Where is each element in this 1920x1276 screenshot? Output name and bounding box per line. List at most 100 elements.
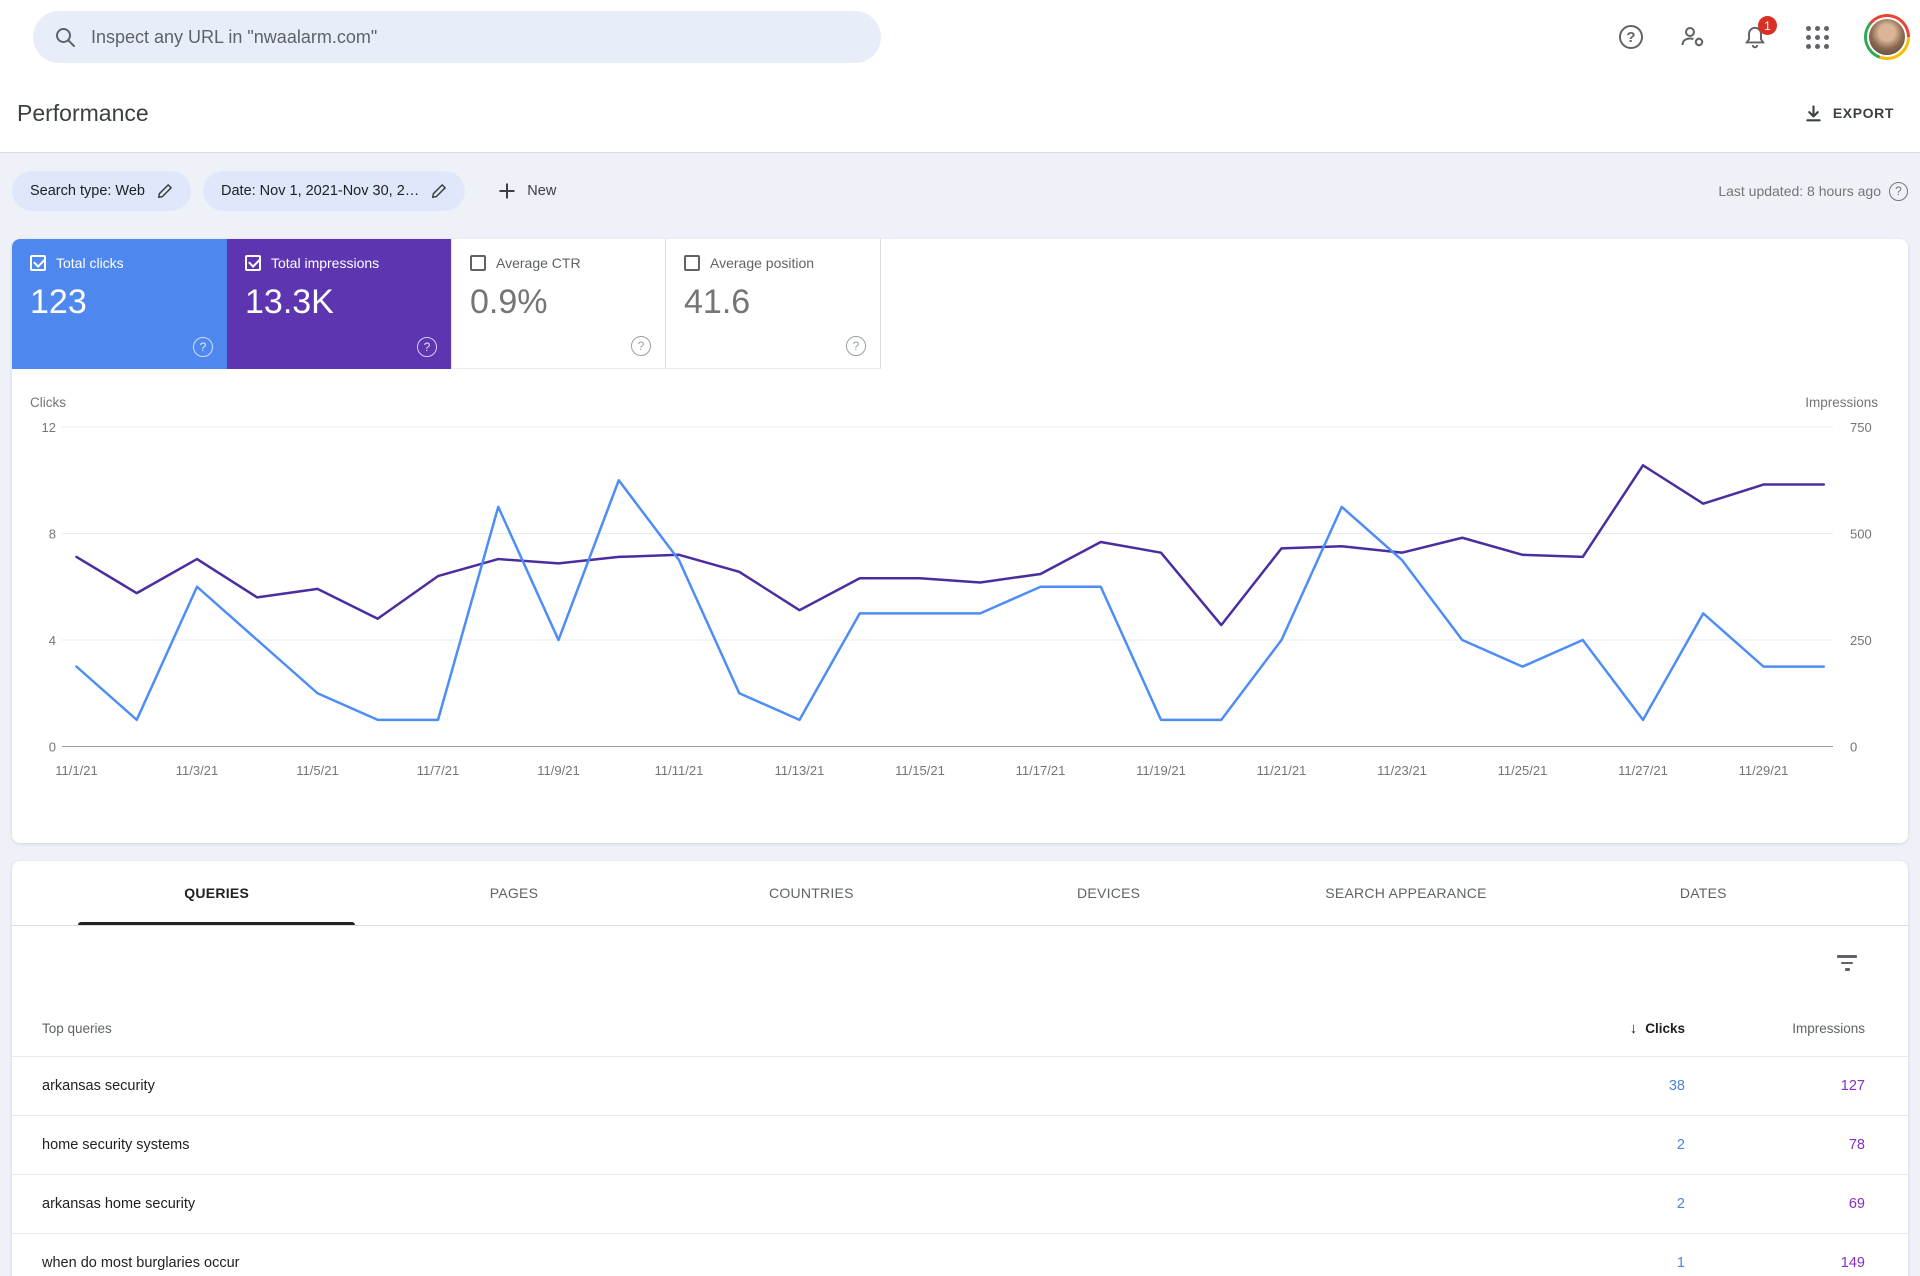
- svg-text:8: 8: [49, 527, 56, 542]
- clicks-cell: 2: [1676, 1196, 1685, 1212]
- metric-checkbox[interactable]: [684, 255, 700, 271]
- user-settings-icon: [1681, 27, 1704, 47]
- column-header-impressions[interactable]: Impressions: [1685, 1021, 1865, 1036]
- filter-list-icon[interactable]: [1831, 949, 1863, 977]
- metric-card[interactable]: Total clicks 123 ?: [12, 239, 227, 369]
- metric-value: 13.3K: [245, 283, 334, 321]
- last-updated: Last updated: 8 hours ago ?: [1718, 181, 1908, 201]
- svg-text:4: 4: [49, 633, 56, 648]
- query-cell: home security systems: [42, 1137, 190, 1153]
- metric-checkbox[interactable]: [470, 255, 486, 271]
- user-settings-button[interactable]: [1678, 22, 1708, 52]
- performance-chart[interactable]: 12 8 4 0 750 500 250 0 Clicks Impressions 11/1/21 1…: [12, 391, 1908, 831]
- metric-label: Total clicks: [56, 255, 124, 271]
- tab-devices[interactable]: DEVICES: [960, 861, 1257, 925]
- help-icon[interactable]: ?: [631, 336, 651, 356]
- column-header-queries[interactable]: Top queries: [42, 1021, 1535, 1036]
- impressions-cell: 127: [1840, 1078, 1865, 1094]
- table-header: Top queries ↓ Clicks Impressions: [12, 1000, 1908, 1057]
- svg-text:0: 0: [49, 740, 56, 755]
- tab-dates[interactable]: DATES: [1555, 861, 1852, 925]
- svg-text:250: 250: [1850, 633, 1872, 648]
- query-cell: arkansas security: [42, 1078, 155, 1094]
- svg-text:750: 750: [1850, 420, 1872, 435]
- plus-icon: [499, 183, 515, 199]
- export-button[interactable]: EXPORT: [1794, 96, 1904, 131]
- table-row[interactable]: home security systems 2 78: [12, 1116, 1908, 1175]
- table-row[interactable]: arkansas security 38 127: [12, 1057, 1908, 1116]
- export-label: EXPORT: [1832, 105, 1894, 121]
- help-icon[interactable]: ?: [846, 336, 866, 356]
- help-icon[interactable]: ?: [193, 337, 213, 357]
- help-icon[interactable]: ?: [1889, 181, 1908, 201]
- tab-countries[interactable]: COUNTRIES: [663, 861, 960, 925]
- search-input[interactable]: [91, 26, 861, 48]
- table-row[interactable]: when do most burglaries occur 1 149: [12, 1234, 1908, 1276]
- metric-value: 0.9%: [470, 283, 548, 321]
- metric-cards-row: Total clicks 123 ? Total impressions 13.…: [12, 239, 1908, 369]
- help-icon: ?: [1619, 25, 1643, 49]
- column-header-clicks[interactable]: ↓ Clicks: [1535, 1020, 1685, 1037]
- metric-value: 123: [30, 283, 87, 321]
- url-inspect-search[interactable]: [33, 11, 881, 63]
- svg-text:11/27/21: 11/27/21: [1618, 763, 1668, 778]
- query-cell: arkansas home security: [42, 1196, 196, 1212]
- search-icon: [56, 28, 75, 47]
- search-type-chip-label: Search type: Web: [30, 183, 145, 199]
- new-filter-button[interactable]: New: [487, 175, 566, 207]
- svg-text:0: 0: [1850, 740, 1857, 755]
- avatar-photo: [1867, 17, 1907, 57]
- svg-text:12: 12: [42, 420, 56, 435]
- apps-grid-icon: [1805, 25, 1829, 49]
- sort-desc-icon: ↓: [1629, 1019, 1638, 1037]
- tab-queries[interactable]: QUERIES: [68, 861, 365, 925]
- svg-text:11/19/21: 11/19/21: [1136, 763, 1186, 778]
- last-updated-text: Last updated: 8 hours ago: [1718, 183, 1881, 199]
- svg-text:11/29/21: 11/29/21: [1739, 763, 1789, 778]
- metric-card[interactable]: Total impressions 13.3K ?: [227, 239, 451, 369]
- top-app-bar: ? 1: [0, 0, 1920, 74]
- impressions-cell: 69: [1848, 1196, 1865, 1212]
- tab-pages[interactable]: PAGES: [365, 861, 662, 925]
- dimension-tabs: QUERIES PAGES COUNTRIES DEVICES SEARCH A…: [12, 861, 1908, 925]
- metric-card[interactable]: Average position 41.6 ?: [666, 239, 881, 369]
- svg-text:Clicks: Clicks: [30, 395, 66, 410]
- metric-card[interactable]: Average CTR 0.9% ?: [451, 239, 666, 369]
- search-type-chip[interactable]: Search type: Web: [12, 171, 191, 211]
- svg-text:500: 500: [1850, 527, 1872, 542]
- svg-text:11/3/21: 11/3/21: [176, 763, 218, 778]
- metric-checkbox[interactable]: [30, 255, 46, 271]
- notifications-button[interactable]: 1: [1740, 16, 1777, 52]
- metric-checkbox[interactable]: [245, 255, 261, 271]
- svg-text:11/25/21: 11/25/21: [1498, 763, 1548, 778]
- page-title: Performance: [17, 99, 149, 126]
- table-row[interactable]: arkansas home security 2 69: [12, 1175, 1908, 1234]
- svg-text:11/1/21: 11/1/21: [55, 763, 97, 778]
- metric-value: 41.6: [684, 283, 751, 321]
- metric-label: Average CTR: [496, 255, 581, 271]
- impressions-cell: 78: [1848, 1137, 1865, 1153]
- clicks-cell: 2: [1676, 1137, 1685, 1153]
- apps-grid-button[interactable]: [1802, 22, 1832, 52]
- date-range-chip[interactable]: Date: Nov 1, 2021-Nov 30, 2…: [203, 171, 466, 211]
- svg-text:11/13/21: 11/13/21: [775, 763, 825, 778]
- svg-text:Impressions: Impressions: [1805, 395, 1878, 410]
- tab-search-appearance[interactable]: SEARCH APPEARANCE: [1257, 861, 1554, 925]
- help-button[interactable]: ?: [1616, 22, 1646, 52]
- metric-label: Total impressions: [271, 255, 380, 271]
- clicks-cell: 38: [1668, 1078, 1685, 1094]
- notification-badge: 1: [1758, 16, 1777, 35]
- account-avatar[interactable]: [1864, 14, 1910, 60]
- svg-text:11/21/21: 11/21/21: [1257, 763, 1307, 778]
- svg-text:11/23/21: 11/23/21: [1377, 763, 1427, 778]
- filter-bar: Search type: Web Date: Nov 1, 2021-Nov 3…: [0, 153, 1920, 216]
- dimensions-table-card: QUERIES PAGES COUNTRIES DEVICES SEARCH A…: [12, 861, 1908, 1276]
- table-toolbar: [12, 925, 1908, 1000]
- pencil-icon: [432, 184, 447, 199]
- svg-text:11/17/21: 11/17/21: [1016, 763, 1066, 778]
- download-icon: [1806, 104, 1821, 121]
- metric-label: Average position: [710, 255, 815, 271]
- query-cell: when do most burglaries occur: [42, 1255, 240, 1271]
- help-icon[interactable]: ?: [417, 337, 437, 357]
- new-filter-label: New: [527, 183, 557, 199]
